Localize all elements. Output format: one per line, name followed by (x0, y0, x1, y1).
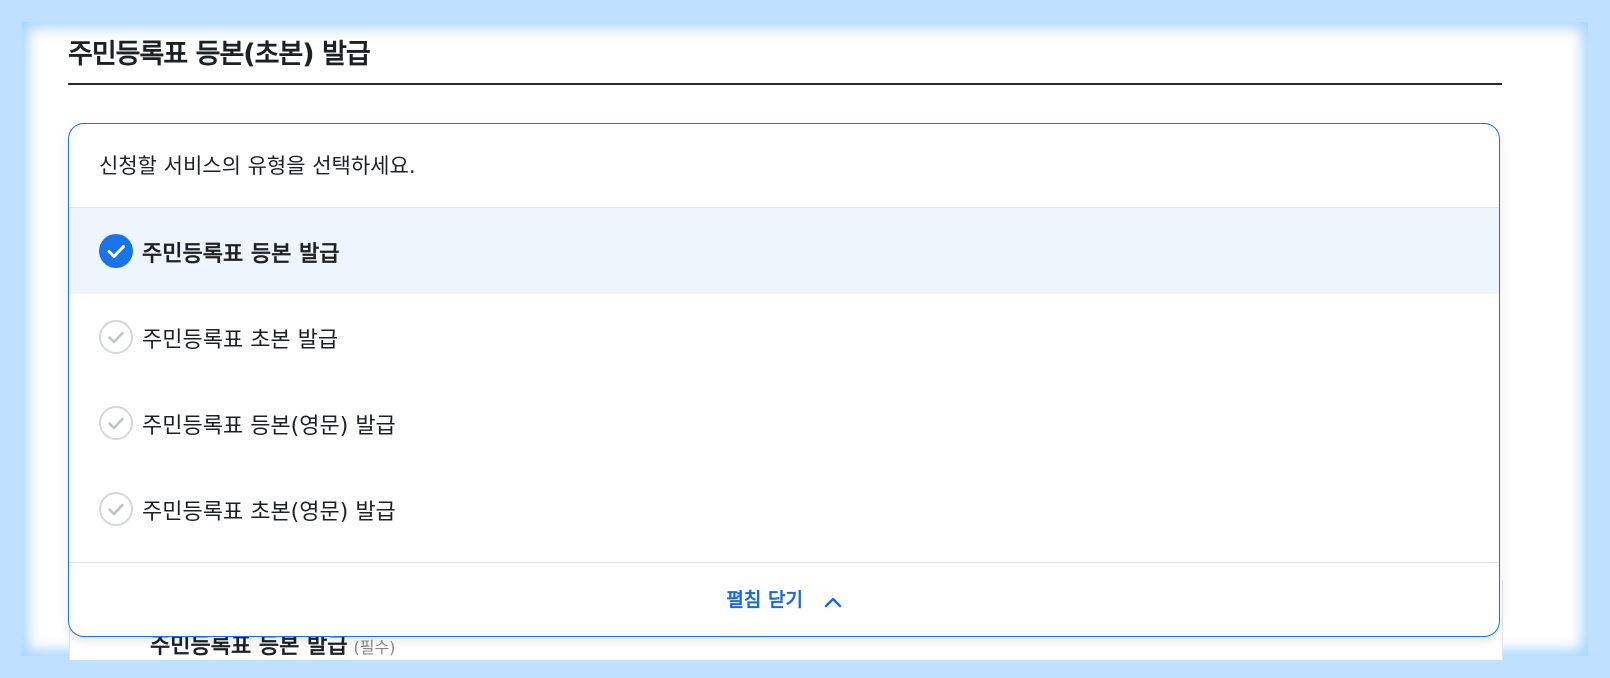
underlying-heading-text: 주민등록표 등본 발급 (150, 634, 348, 659)
option-label: 주민등록표 초본 발급 (142, 328, 339, 353)
page-title: 주민등록표 등본(초본) 발급 (68, 39, 371, 70)
check-circle-filled-icon (99, 234, 133, 268)
option-resident-copy-english[interactable]: 주민등록표 등본(영문) 발급 (69, 380, 1499, 466)
check-circle-outline-icon (99, 406, 133, 440)
dropdown-header: 신청할 서비스의 유형을 선택하세요. (69, 124, 1499, 208)
title-divider (68, 83, 1502, 85)
option-label: 주민등록표 초본(영문) 발급 (142, 500, 396, 525)
check-circle-outline-icon (99, 320, 133, 354)
option-resident-abstract-english[interactable]: 주민등록표 초본(영문) 발급 (69, 466, 1499, 552)
dropdown-prompt: 신청할 서비스의 유형을 선택하세요. (99, 154, 416, 178)
check-circle-outline-icon (99, 492, 133, 526)
service-type-dropdown-panel: 신청할 서비스의 유형을 선택하세요. 주민등록표 등본 발급 주민등록표 초본… (68, 123, 1500, 637)
option-label: 주민등록표 등본 발급 (142, 242, 340, 267)
collapse-label: 펼침 닫기 (726, 589, 803, 611)
chevron-up-icon (810, 589, 842, 611)
option-resident-copy[interactable]: 주민등록표 등본 발급 (69, 208, 1499, 294)
option-label: 주민등록표 등본(영문) 발급 (142, 414, 396, 439)
underlying-heading-sub: (필수) (353, 638, 396, 657)
option-resident-abstract[interactable]: 주민등록표 초본 발급 (69, 294, 1499, 380)
collapse-button-content: 펼침 닫기 (69, 585, 1499, 612)
collapse-button[interactable]: 펼침 닫기 (69, 562, 1499, 636)
